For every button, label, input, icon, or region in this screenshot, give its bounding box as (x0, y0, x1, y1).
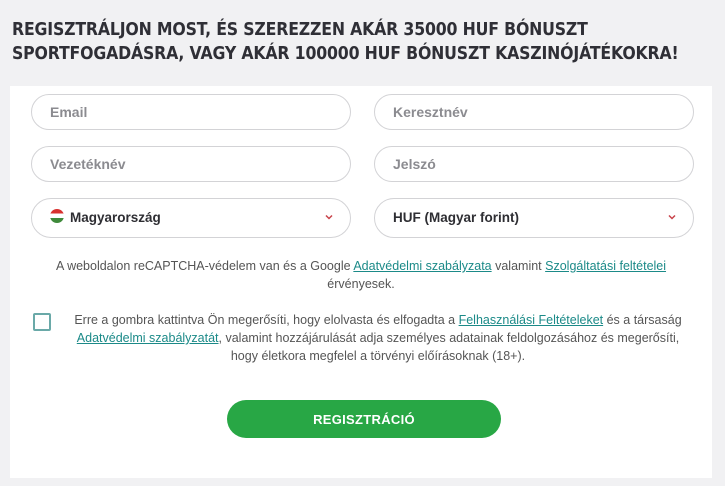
password-input[interactable] (375, 147, 693, 181)
country-select[interactable]: Magyarország (31, 198, 351, 238)
google-terms-link[interactable]: Szolgáltatási feltételei (545, 259, 666, 273)
terms-of-use-link[interactable]: Felhasználási Feltételeket (459, 313, 604, 327)
consent-text-part: és a társaság (603, 313, 682, 327)
firstname-field-wrapper (374, 94, 694, 130)
headline-line-1: REGISZTRÁLJON MOST, ÉS SZEREZZEN AKÁR 35… (12, 20, 588, 40)
consent-text: Erre a gombra kattintva Ön megerősíti, h… (62, 311, 694, 365)
lastname-field-wrapper (31, 146, 351, 182)
company-privacy-link[interactable]: Adatvédelmi szabályzatát (77, 331, 219, 345)
register-button[interactable]: REGISZTRÁCIÓ (227, 400, 501, 438)
password-field-wrapper (374, 146, 694, 182)
email-field-wrapper (31, 94, 351, 130)
recaptcha-text: A weboldalon reCAPTCHA-védelem van és a … (55, 259, 354, 273)
country-value: Magyarország (70, 210, 161, 225)
registration-form: Magyarország HUF (Magyar forint) A webol… (10, 86, 712, 478)
chevron-down-icon (325, 214, 333, 220)
headline-line-2: SPORTFOGADÁSRA, VAGY AKÁR 100000 HUF BÓN… (12, 44, 679, 64)
hungary-flag-icon (50, 209, 64, 223)
consent-text-part: Erre a gombra kattintva Ön megerősíti, h… (74, 313, 459, 327)
consent-text-part: , valamint hozzájárulását adja személyes… (218, 331, 680, 363)
recaptcha-text: érvényesek. (327, 277, 395, 291)
currency-value: HUF (Magyar forint) (393, 210, 519, 225)
chevron-down-icon (668, 214, 676, 220)
firstname-input[interactable] (375, 95, 693, 129)
currency-select[interactable]: HUF (Magyar forint) (374, 198, 694, 238)
recaptcha-text: valamint (491, 259, 546, 273)
consent-checkbox[interactable] (33, 313, 51, 331)
google-privacy-link[interactable]: Adatvédelmi szabályzata (353, 259, 491, 273)
lastname-input[interactable] (32, 147, 350, 181)
recaptcha-notice: A weboldalon reCAPTCHA-védelem van és a … (10, 257, 712, 293)
email-input[interactable] (32, 95, 350, 129)
registration-headline: REGISZTRÁLJON MOST, ÉS SZEREZZEN AKÁR 35… (12, 18, 714, 66)
